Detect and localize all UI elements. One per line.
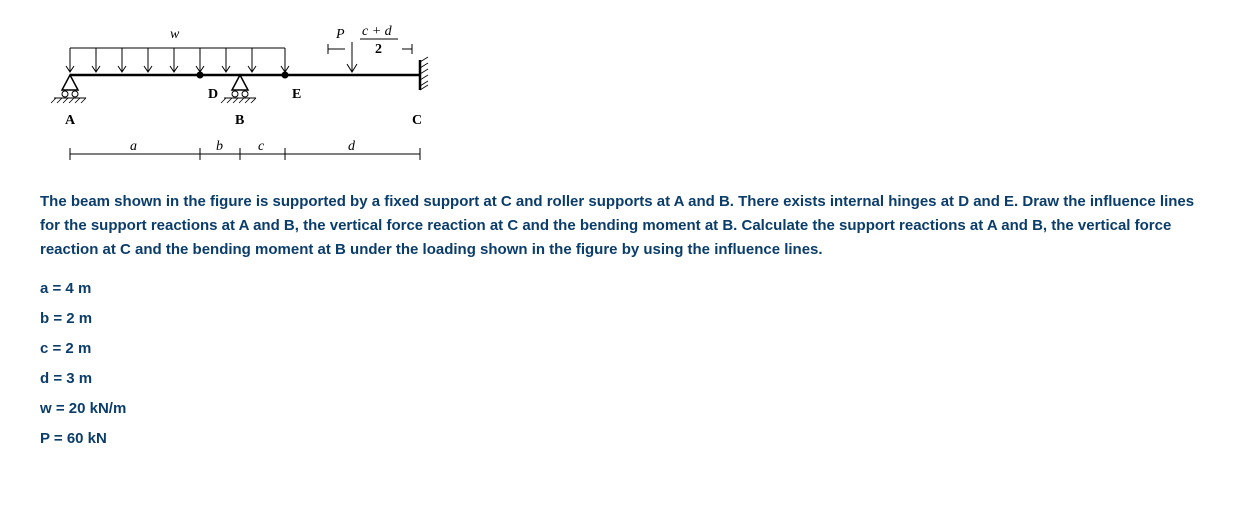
param-P: P = 60 kN <box>40 424 1207 454</box>
dim-b: b <box>216 139 223 154</box>
label-P: P <box>335 27 345 42</box>
parameter-list: a = 4 m b = 2 m c = 2 m d = 3 m w = 20 k… <box>40 274 1207 454</box>
label-A: A <box>65 113 76 128</box>
hinge-D <box>197 72 204 79</box>
problem-statement: The beam shown in the figure is supporte… <box>40 190 1207 262</box>
support-B <box>221 75 256 103</box>
param-b: b = 2 m <box>40 304 1207 334</box>
label-cd-num: c + d <box>362 24 393 39</box>
dim-c: c <box>258 139 265 154</box>
label-w: w <box>170 27 180 42</box>
support-A <box>51 75 86 103</box>
hinge-E <box>282 72 289 79</box>
support-C <box>420 57 428 90</box>
dim-d: d <box>348 139 356 154</box>
param-c: c = 2 m <box>40 334 1207 364</box>
label-B: B <box>235 113 244 128</box>
beam-diagram: w P c + d 2 <box>40 20 460 170</box>
label-C: C <box>412 113 422 128</box>
label-E: E <box>292 87 301 102</box>
page-root: w P c + d 2 <box>0 0 1247 531</box>
label-D: D <box>208 87 218 102</box>
dim-a: a <box>130 139 137 154</box>
param-w: w = 20 kN/m <box>40 394 1207 424</box>
param-a: a = 4 m <box>40 274 1207 304</box>
label-cd-den: 2 <box>375 42 382 57</box>
param-d: d = 3 m <box>40 364 1207 394</box>
